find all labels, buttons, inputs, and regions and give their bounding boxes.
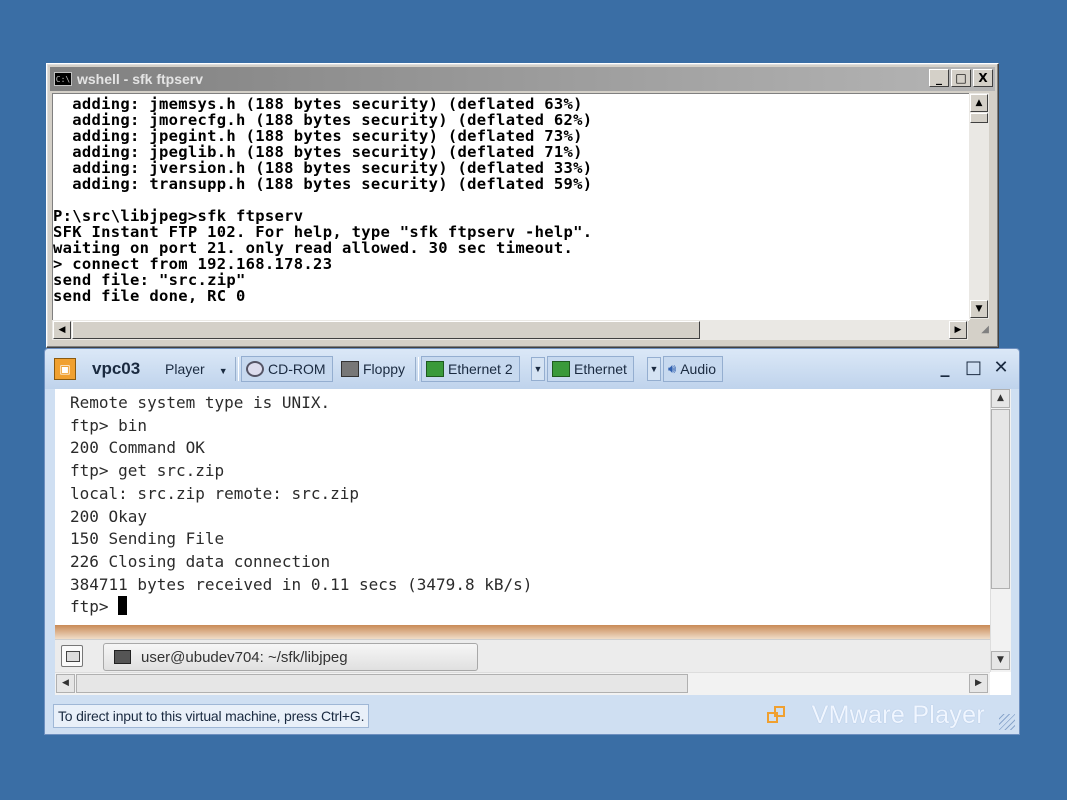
console-output[interactable]: adding: jmemsys.h (188 bytes security) (…	[52, 93, 970, 321]
floppy-device-button[interactable]: Floppy	[341, 356, 405, 382]
network-card-icon	[426, 361, 444, 377]
network-card-icon	[552, 361, 570, 377]
scroll-left-icon[interactable]: ◀	[56, 674, 75, 693]
cdrom-device-button[interactable]: CD-ROM	[241, 356, 333, 382]
resize-grip-icon[interactable]	[999, 714, 1015, 730]
ethernet2-dropdown-icon[interactable]: ▼	[531, 357, 545, 381]
panel-accent-bar	[55, 625, 990, 639]
scroll-thumb[interactable]	[991, 409, 1010, 589]
terminal-icon	[114, 650, 131, 664]
wshell-window: C:\ wshell - sfk ftpserv _ □ X adding: j…	[46, 63, 999, 348]
maximize-button[interactable]: □	[951, 69, 971, 87]
vertical-scrollbar[interactable]: ▲ ▼	[969, 93, 989, 319]
scroll-down-icon[interactable]: ▼	[991, 651, 1010, 670]
vmware-brand-icon	[767, 706, 789, 726]
scroll-up-icon[interactable]: ▲	[970, 94, 988, 112]
ethernet2-label: Ethernet 2	[448, 361, 513, 377]
floppy-icon	[341, 361, 359, 377]
taskbar-item-terminal[interactable]: user@ubudev704: ~/sfk/libjpeg	[103, 643, 478, 671]
ethernet-dropdown-icon[interactable]: ▼	[647, 357, 661, 381]
wshell-titlebar[interactable]: C:\ wshell - sfk ftpserv _ □ X	[50, 67, 995, 91]
minimize-button[interactable]: _	[929, 69, 949, 87]
audio-label: Audio	[680, 361, 717, 377]
cdrom-icon	[246, 361, 264, 377]
guest-terminal[interactable]: Remote system type is UNIX. ftp> bin 200…	[55, 389, 990, 625]
status-message: To direct input to this virtual machine,…	[53, 704, 370, 728]
scroll-right-icon[interactable]: ▶	[949, 321, 967, 339]
maximize-button[interactable]: □	[965, 358, 982, 378]
text-cursor	[118, 596, 128, 616]
guest-horizontal-scrollbar[interactable]: ◀ ▶	[55, 672, 990, 695]
ethernet2-device-button[interactable]: Ethernet 2	[421, 356, 520, 382]
guest-taskbar: user@ubudev704: ~/sfk/libjpeg	[55, 639, 990, 672]
guest-vertical-scrollbar[interactable]: ▲ ▼	[990, 389, 1011, 672]
vmware-toolbar[interactable]: ▣ vpc03 Player ▼ CD-ROM Floppy Ethernet 2…	[45, 349, 1019, 389]
close-button[interactable]: X	[973, 69, 993, 87]
vmware-brand-logo: VMware Player	[811, 701, 985, 729]
player-menu[interactable]: Player ▼	[165, 361, 228, 377]
horizontal-scrollbar[interactable]: ◀ ▶	[52, 320, 968, 340]
scroll-up-icon[interactable]: ▲	[991, 389, 1010, 408]
chevron-down-icon: ▼	[218, 366, 228, 376]
resize-grip-icon[interactable]: ◢	[969, 320, 989, 340]
scroll-left-icon[interactable]: ◀	[53, 321, 71, 339]
cdrom-label: CD-ROM	[268, 361, 326, 377]
audio-device-button[interactable]: 🔊︎ Audio	[663, 356, 724, 382]
close-button[interactable]: ✕	[993, 358, 1009, 378]
ethernet-device-button[interactable]: Ethernet	[547, 356, 634, 382]
taskbar-item-label: user@ubudev704: ~/sfk/libjpeg	[141, 648, 348, 666]
speaker-icon: 🔊︎	[668, 361, 677, 376]
vmware-logo-icon: ▣	[54, 358, 76, 380]
scroll-down-icon[interactable]: ▼	[970, 300, 988, 318]
terminal-text: Remote system type is UNIX. ftp> bin 200…	[55, 389, 990, 619]
player-menu-label: Player	[165, 361, 205, 377]
window-title: wshell - sfk ftpserv	[77, 71, 204, 87]
guest-screen[interactable]: Remote system type is UNIX. ftp> bin 200…	[55, 389, 1011, 695]
console-icon: C:\	[54, 72, 72, 86]
vm-name: vpc03	[92, 359, 141, 378]
ethernet-label: Ethernet	[574, 361, 627, 377]
console-text: adding: jmemsys.h (188 bytes security) (…	[53, 95, 593, 305]
minimize-button[interactable]: _	[937, 358, 953, 378]
show-desktop-icon[interactable]	[61, 645, 83, 667]
toolbar-separator	[415, 357, 419, 381]
scroll-thumb[interactable]	[76, 674, 688, 693]
scroll-thumb[interactable]	[72, 321, 700, 339]
scroll-right-icon[interactable]: ▶	[969, 674, 988, 693]
toolbar-separator	[235, 357, 239, 381]
terminal-prompt: ftp>	[70, 597, 119, 617]
floppy-label: Floppy	[363, 361, 406, 377]
scroll-thumb[interactable]	[970, 113, 988, 123]
vmware-player-window: ▣ vpc03 Player ▼ CD-ROM Floppy Ethernet 2…	[44, 348, 1020, 735]
terminal-output: Remote system type is UNIX. ftp> bin 200…	[70, 393, 533, 594]
